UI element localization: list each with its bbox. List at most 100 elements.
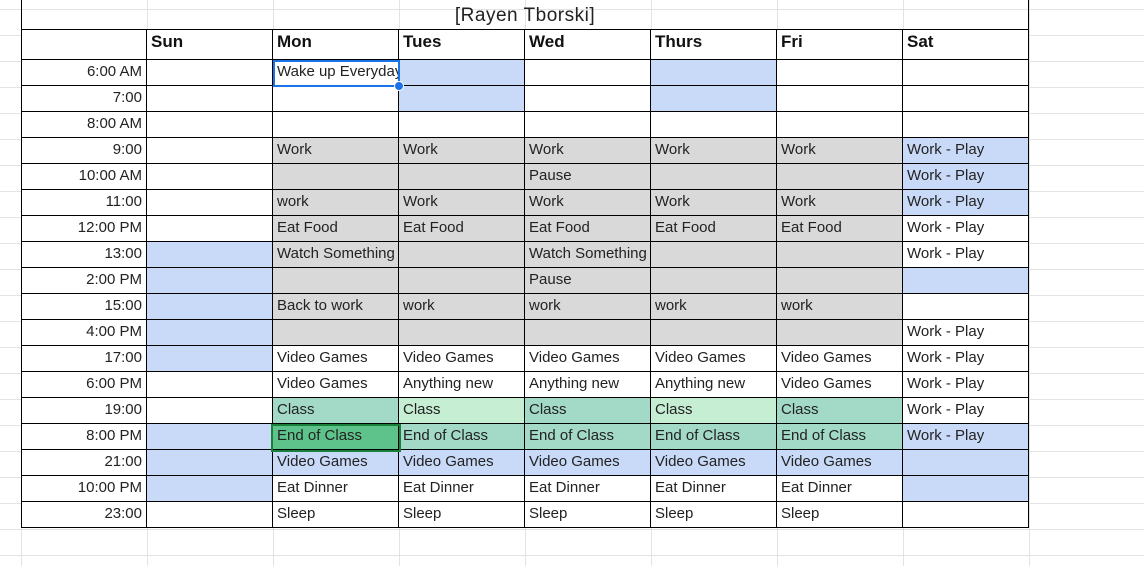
time-cell[interactable]: 13:00 (21, 242, 147, 268)
header-day-fri[interactable]: Fri (777, 30, 903, 60)
schedule-cell-sat[interactable] (903, 450, 1029, 476)
fill-handle[interactable] (394, 81, 404, 91)
schedule-cell-sun[interactable] (147, 190, 273, 216)
schedule-cell-sun[interactable] (147, 112, 273, 138)
schedule-cell-mon[interactable]: Video Games (273, 450, 399, 476)
schedule-cell-fri[interactable]: Sleep (777, 502, 903, 528)
schedule-cell-thurs[interactable]: Eat Food (651, 216, 777, 242)
header-day-wed[interactable]: Wed (525, 30, 651, 60)
schedule-cell-mon[interactable]: Video Games (273, 346, 399, 372)
schedule-cell-tues[interactable]: Eat Dinner (399, 476, 525, 502)
schedule-cell-sun[interactable] (147, 164, 273, 190)
schedule-cell-fri[interactable]: work (777, 294, 903, 320)
time-cell[interactable]: 23:00 (21, 502, 147, 528)
schedule-cell-mon[interactable]: Class (273, 398, 399, 424)
schedule-cell-sun[interactable] (147, 216, 273, 242)
schedule-cell-sun[interactable] (147, 398, 273, 424)
schedule-cell-wed[interactable]: work (525, 294, 651, 320)
time-cell[interactable]: 19:00 (21, 398, 147, 424)
schedule-cell-fri[interactable]: Work (777, 190, 903, 216)
schedule-cell-tues[interactable]: Video Games (399, 346, 525, 372)
schedule-cell-thurs[interactable]: Video Games (651, 346, 777, 372)
time-cell[interactable]: 2:00 PM (21, 268, 147, 294)
schedule-cell-tues[interactable] (399, 60, 525, 86)
schedule-cell-sat[interactable]: Work - Play (903, 320, 1029, 346)
schedule-cell-sat[interactable]: Work - Play (903, 190, 1029, 216)
schedule-cell-thurs[interactable] (651, 112, 777, 138)
header-day-sat[interactable]: Sat (903, 30, 1029, 60)
schedule-cell-wed[interactable] (525, 112, 651, 138)
schedule-cell-mon[interactable]: Video Games (273, 372, 399, 398)
schedule-cell-wed[interactable] (525, 86, 651, 112)
schedule-cell-mon[interactable] (273, 86, 399, 112)
time-cell[interactable]: 7:00 (21, 86, 147, 112)
time-cell[interactable]: 21:00 (21, 450, 147, 476)
time-cell[interactable]: 10:00 AM (21, 164, 147, 190)
schedule-cell-sun[interactable] (147, 346, 273, 372)
schedule-cell-thurs[interactable]: Eat Dinner (651, 476, 777, 502)
schedule-cell-thurs[interactable] (651, 164, 777, 190)
schedule-cell-mon[interactable]: Watch Something (273, 242, 399, 268)
schedule-cell-wed[interactable]: End of Class (525, 424, 651, 450)
time-cell[interactable]: 12:00 PM (21, 216, 147, 242)
schedule-cell-thurs[interactable]: Class (651, 398, 777, 424)
schedule-cell-thurs[interactable] (651, 268, 777, 294)
schedule-cell-sat[interactable] (903, 60, 1029, 86)
schedule-cell-tues[interactable] (399, 320, 525, 346)
schedule-cell-wed[interactable]: Work (525, 190, 651, 216)
schedule-cell-thurs[interactable]: Work (651, 190, 777, 216)
header-day-tues[interactable]: Tues (399, 30, 525, 60)
time-cell[interactable]: 10:00 PM (21, 476, 147, 502)
time-cell[interactable]: 6:00 PM (21, 372, 147, 398)
schedule-cell-fri[interactable] (777, 86, 903, 112)
schedule-cell-fri[interactable]: Video Games (777, 372, 903, 398)
schedule-cell-mon[interactable]: Back to work (273, 294, 399, 320)
schedule-cell-fri[interactable] (777, 320, 903, 346)
schedule-cell-sun[interactable] (147, 320, 273, 346)
schedule-cell-wed[interactable]: Anything new (525, 372, 651, 398)
schedule-cell-tues[interactable] (399, 164, 525, 190)
schedule-cell-sun[interactable] (147, 502, 273, 528)
schedule-cell-wed[interactable]: Sleep (525, 502, 651, 528)
schedule-cell-thurs[interactable]: Work (651, 138, 777, 164)
schedule-cell-sat[interactable] (903, 86, 1029, 112)
schedule-cell-sun[interactable] (147, 450, 273, 476)
schedule-cell-wed[interactable]: Video Games (525, 450, 651, 476)
schedule-cell-tues[interactable] (399, 112, 525, 138)
schedule-cell-mon[interactable]: Eat Dinner (273, 476, 399, 502)
schedule-cell-wed[interactable] (525, 60, 651, 86)
schedule-cell-wed[interactable]: Pause (525, 164, 651, 190)
schedule-cell-sat[interactable] (903, 502, 1029, 528)
schedule-cell-tues[interactable]: work (399, 294, 525, 320)
header-day-sun[interactable]: Sun (147, 30, 273, 60)
schedule-cell-sat[interactable]: Work - Play (903, 242, 1029, 268)
schedule-cell-fri[interactable] (777, 268, 903, 294)
schedule-cell-thurs[interactable]: Anything new (651, 372, 777, 398)
schedule-cell-sat[interactable]: Work - Play (903, 216, 1029, 242)
schedule-cell-fri[interactable] (777, 60, 903, 86)
schedule-cell-fri[interactable]: End of Class (777, 424, 903, 450)
schedule-cell-sun[interactable] (147, 138, 273, 164)
schedule-cell-tues[interactable]: Video Games (399, 450, 525, 476)
header-day-thurs[interactable]: Thurs (651, 30, 777, 60)
schedule-cell-sun[interactable] (147, 424, 273, 450)
schedule-cell-sat[interactable]: Work - Play (903, 164, 1029, 190)
schedule-cell-mon[interactable] (273, 320, 399, 346)
schedule-cell-wed[interactable]: Watch Something (525, 242, 651, 268)
schedule-cell-fri[interactable] (777, 112, 903, 138)
schedule-cell-fri[interactable]: Eat Dinner (777, 476, 903, 502)
schedule-cell-mon[interactable] (273, 268, 399, 294)
schedule-cell-sat[interactable] (903, 294, 1029, 320)
schedule-cell-sat[interactable]: Work - Play (903, 372, 1029, 398)
schedule-cell-sat[interactable] (903, 476, 1029, 502)
schedule-cell-sat[interactable]: Work - Play (903, 346, 1029, 372)
schedule-cell-thurs[interactable] (651, 320, 777, 346)
schedule-cell-wed[interactable]: Pause (525, 268, 651, 294)
schedule-cell-sat[interactable] (903, 268, 1029, 294)
schedule-cell-sat[interactable]: Work - Play (903, 138, 1029, 164)
schedule-cell-tues[interactable]: Eat Food (399, 216, 525, 242)
schedule-cell-thurs[interactable]: work (651, 294, 777, 320)
time-cell[interactable]: 8:00 AM (21, 112, 147, 138)
header-day-mon[interactable]: Mon (273, 30, 399, 60)
time-cell[interactable]: 9:00 (21, 138, 147, 164)
